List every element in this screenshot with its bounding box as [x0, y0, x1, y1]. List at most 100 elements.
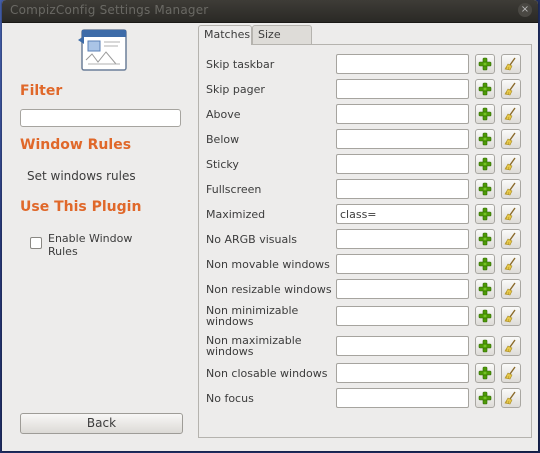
broom-clear-icon [504, 107, 516, 121]
green-plus-icon [478, 107, 492, 121]
add-match-button[interactable] [475, 229, 495, 249]
match-row-input[interactable] [336, 388, 469, 408]
green-plus-icon [478, 157, 492, 171]
clear-match-button[interactable] [501, 306, 521, 326]
tab-matches[interactable]: Matches [198, 25, 252, 45]
use-plugin-heading: Use This Plugin [20, 199, 142, 215]
match-row-label: Fullscreen [206, 183, 262, 196]
match-row-label: No focus [206, 392, 254, 405]
broom-clear-icon [504, 257, 516, 271]
clear-match-button[interactable] [501, 254, 521, 274]
settings-window: CompizConfig Settings Manager × Filter W… [2, 0, 538, 451]
add-match-button[interactable] [475, 254, 495, 274]
clear-match-button[interactable] [501, 279, 521, 299]
match-row: Non resizable windows [199, 279, 531, 301]
clear-match-button[interactable] [501, 104, 521, 124]
match-row-input[interactable] [336, 104, 469, 124]
match-row-label: Non resizable windows [206, 283, 332, 296]
clear-match-button[interactable] [501, 388, 521, 408]
match-row-input[interactable] [336, 54, 469, 74]
match-row-label: Below [206, 133, 240, 146]
add-match-button[interactable] [475, 204, 495, 224]
match-row-label: Sticky [206, 158, 239, 171]
add-match-button[interactable] [475, 79, 495, 99]
match-row: Below [199, 129, 531, 151]
enable-plugin-checkbox[interactable] [30, 237, 42, 249]
match-row-input[interactable] [336, 179, 469, 199]
green-plus-icon [478, 282, 492, 296]
green-plus-icon [478, 391, 492, 405]
broom-clear-icon [504, 339, 516, 353]
match-row-label: Non minimizable windows [206, 304, 299, 328]
add-match-button[interactable] [475, 154, 495, 174]
green-plus-icon [478, 132, 492, 146]
green-plus-icon [478, 309, 492, 323]
filter-heading: Filter [20, 83, 63, 99]
add-match-button[interactable] [475, 179, 495, 199]
match-row: Non closable windows [199, 363, 531, 385]
match-row-input[interactable] [336, 363, 469, 383]
match-row-label: Non closable windows [206, 367, 328, 380]
match-row-input[interactable] [336, 336, 469, 356]
match-row-label: Skip taskbar [206, 58, 275, 71]
match-row-input[interactable] [336, 279, 469, 299]
filter-input[interactable] [20, 109, 181, 127]
green-plus-icon [478, 232, 492, 246]
broom-clear-icon [504, 232, 516, 246]
broom-clear-icon [504, 282, 516, 296]
clear-match-button[interactable] [501, 129, 521, 149]
match-row-label: Above [206, 108, 241, 121]
broom-clear-icon [504, 309, 516, 323]
match-row-label: Non maximizable windows [206, 334, 302, 358]
add-match-button[interactable] [475, 388, 495, 408]
broom-clear-icon [504, 157, 516, 171]
match-row: Non movable windows [199, 254, 531, 276]
back-button[interactable]: Back [20, 413, 183, 434]
enable-plugin-label[interactable]: Enable Window Rules [48, 232, 148, 258]
add-match-button[interactable] [475, 129, 495, 149]
add-match-button[interactable] [475, 336, 495, 356]
match-row-input[interactable] [336, 204, 469, 224]
title-bar[interactable]: CompizConfig Settings Manager × [2, 0, 538, 23]
match-row-label: Non movable windows [206, 258, 330, 271]
broom-clear-icon [504, 57, 516, 71]
clear-match-button[interactable] [501, 79, 521, 99]
match-row: Sticky [199, 154, 531, 176]
add-match-button[interactable] [475, 363, 495, 383]
matches-panel: Skip taskbar Skip pager Above Below Sticky Fu… [198, 44, 532, 438]
match-row-input[interactable] [336, 79, 469, 99]
clear-match-button[interactable] [501, 54, 521, 74]
add-match-button[interactable] [475, 104, 495, 124]
tab-size-rules[interactable]: Size rules [252, 25, 312, 58]
green-plus-icon [478, 257, 492, 271]
match-row-label: Skip pager [206, 83, 265, 96]
green-plus-icon [478, 366, 492, 380]
add-match-button[interactable] [475, 306, 495, 326]
match-row-input[interactable] [336, 254, 469, 274]
clear-match-button[interactable] [501, 229, 521, 249]
clear-match-button[interactable] [501, 179, 521, 199]
match-row-input[interactable] [336, 154, 469, 174]
enable-plugin-option[interactable]: Enable Window Rules [30, 232, 148, 258]
broom-clear-icon [504, 182, 516, 196]
match-row-input[interactable] [336, 129, 469, 149]
clear-match-button[interactable] [501, 204, 521, 224]
match-row-input[interactable] [336, 229, 469, 249]
clear-match-button[interactable] [501, 154, 521, 174]
window-rules-heading: Window Rules [20, 137, 132, 153]
add-match-button[interactable] [475, 54, 495, 74]
clear-match-button[interactable] [501, 363, 521, 383]
match-row: Above [199, 104, 531, 126]
close-icon[interactable]: × [518, 3, 532, 17]
match-row-input[interactable] [336, 306, 469, 326]
add-match-button[interactable] [475, 279, 495, 299]
match-row: Skip taskbar [199, 54, 531, 76]
match-row: Fullscreen [199, 179, 531, 201]
set-windows-rules-link[interactable]: Set windows rules [27, 169, 136, 183]
match-row: No focus [199, 388, 531, 410]
sidebar: Filter Window Rules Set windows rules Us… [2, 22, 192, 451]
broom-clear-icon [504, 207, 516, 221]
match-row-label: No ARGB visuals [206, 233, 297, 246]
clear-match-button[interactable] [501, 336, 521, 356]
broom-clear-icon [504, 82, 516, 96]
